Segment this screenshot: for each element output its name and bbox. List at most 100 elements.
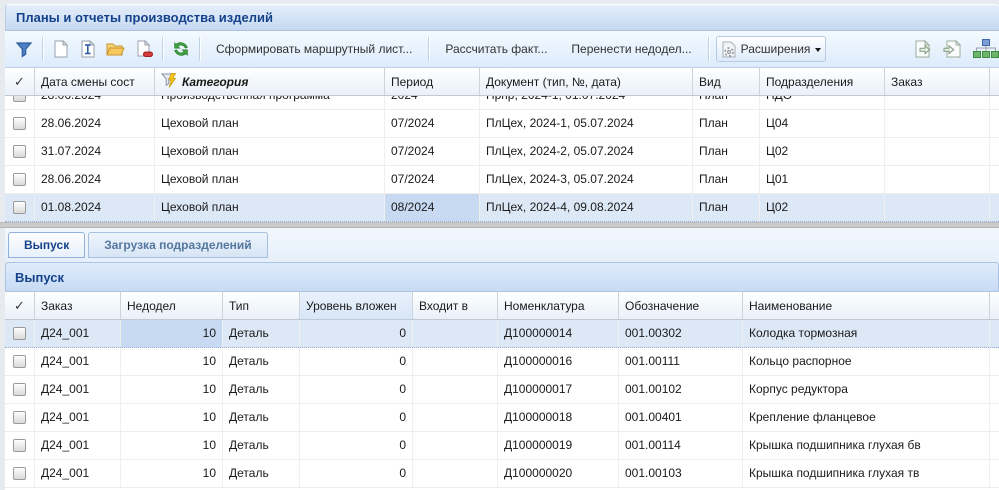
plans-col-document[interactable]: Документ (тип, №, дата) <box>480 68 693 95</box>
plans-row-selected[interactable]: 01.08.2024 Цеховой план 08/2024 ПлЦех, 2… <box>5 194 999 222</box>
cell-filler <box>990 138 999 165</box>
cell-designation: 001.00401 <box>619 404 743 431</box>
cell-filler <box>990 166 999 193</box>
row-checkbox[interactable] <box>13 411 26 424</box>
cell-name: Кольцо распорное <box>743 348 990 375</box>
plans-col-order[interactable]: Заказ <box>885 68 990 95</box>
cell-parent <box>413 460 498 487</box>
calculate-fact-button[interactable]: Рассчитать факт... <box>433 36 559 62</box>
tab-label: Загрузка подразделений <box>104 238 251 252</box>
row-checkbox[interactable] <box>13 96 26 102</box>
check-icon: ✓ <box>14 74 25 90</box>
output-select-all-header[interactable]: ✓ <box>5 292 35 319</box>
transfer-backlog-label: Перенести недодел... <box>564 42 698 56</box>
cell-nomenclature: Д100000020 <box>498 460 619 487</box>
cell-type: Деталь <box>223 432 300 459</box>
filter-button[interactable] <box>10 36 38 62</box>
cell-shortage: 10 <box>121 404 223 431</box>
output-row[interactable]: Д24_001 10 Деталь 0 Д100000017 001.00102… <box>5 376 999 404</box>
plans-col-division[interactable]: Подразделения <box>760 68 885 95</box>
extensions-button[interactable]: Расширения <box>716 36 827 62</box>
cell-filler <box>990 404 999 431</box>
output-row[interactable]: Д24_001 10 Деталь 0 Д100000019 001.00114… <box>5 432 999 460</box>
plans-col-kind[interactable]: Вид <box>693 68 760 95</box>
plans-grid-body: 28.06.2024 Производственная программа 20… <box>5 96 999 222</box>
output-panel-title: Выпуск <box>15 270 64 285</box>
plans-row[interactable]: 31.07.2024 Цеховой план 07/2024 ПлЦех, 2… <box>5 138 999 166</box>
row-checkbox[interactable] <box>13 117 26 130</box>
plans-col-period[interactable]: Период <box>385 68 480 95</box>
export-button[interactable] <box>909 36 938 62</box>
plans-row[interactable]: 28.06.2024 Цеховой план 07/2024 ПлЦех, 2… <box>5 110 999 138</box>
output-col-level[interactable]: Уровень вложен <box>300 292 413 319</box>
plans-row[interactable]: 28.06.2024 Цеховой план 07/2024 ПлЦех, 2… <box>5 166 999 194</box>
row-checkbox[interactable] <box>13 355 26 368</box>
row-checkbox[interactable] <box>13 467 26 480</box>
cell-level: 0 <box>300 376 413 403</box>
output-col-parent[interactable]: Входит в <box>413 292 498 319</box>
tab-zagruzka-podrazdeleniy[interactable]: Загрузка подразделений <box>88 232 267 258</box>
open-folder-button[interactable] <box>101 36 130 62</box>
plans-row[interactable]: 28.06.2024 Производственная программа 20… <box>5 96 999 110</box>
output-col-name[interactable]: Наименование <box>743 292 990 319</box>
cell-type: Деталь <box>223 460 300 487</box>
edit-document-icon <box>79 40 96 58</box>
column-label: Номенклатура <box>504 299 585 313</box>
cell-filler <box>990 432 999 459</box>
remove-document-button[interactable] <box>130 36 158 62</box>
output-row[interactable]: Д24_001 10 Деталь 0 Д100000016 001.00111… <box>5 348 999 376</box>
import-button[interactable] <box>938 36 967 62</box>
edit-document-button[interactable] <box>74 36 101 62</box>
plans-col-date[interactable]: Дата смены сост <box>35 68 155 95</box>
check-icon: ✓ <box>14 298 25 314</box>
output-row[interactable]: Д24_001 10 Деталь 0 Д100000018 001.00401… <box>5 404 999 432</box>
toolbar-separator <box>708 37 709 61</box>
row-checkbox[interactable] <box>13 145 26 158</box>
cell-division: ПДО <box>760 96 885 109</box>
output-col-order[interactable]: Заказ <box>35 292 121 319</box>
cell-parent <box>413 320 498 347</box>
row-checkbox[interactable] <box>13 383 26 396</box>
page-title: Планы и отчеты производства изделий <box>16 10 273 25</box>
refresh-button[interactable] <box>167 36 195 62</box>
hierarchy-icon <box>972 38 999 60</box>
cell-parent <box>413 376 498 403</box>
new-document-icon <box>52 40 69 58</box>
column-label: Документ (тип, №, дата) <box>486 75 621 89</box>
cell-filler <box>990 376 999 403</box>
open-folder-icon <box>106 41 125 57</box>
cell-order: Д24_001 <box>35 432 121 459</box>
cell-order <box>885 110 990 137</box>
new-document-button[interactable] <box>47 36 74 62</box>
plans-select-all-header[interactable]: ✓ <box>5 68 35 95</box>
plans-col-category[interactable]: Категория <box>155 68 385 95</box>
format-route-list-label: Сформировать маршрутный лист... <box>209 42 419 56</box>
column-label: Наименование <box>749 299 832 313</box>
cell-type: Деталь <box>223 404 300 431</box>
row-checkbox[interactable] <box>13 173 26 186</box>
cell-order <box>885 138 990 165</box>
cell-period: 2024 <box>385 96 480 109</box>
output-col-type[interactable]: Тип <box>223 292 300 319</box>
column-label: Входит в <box>419 299 468 313</box>
cell-name: Колодка тормозная <box>743 320 990 347</box>
transfer-backlog-button[interactable]: Перенести недодел... <box>559 36 703 62</box>
row-checkbox[interactable] <box>13 201 26 214</box>
output-col-nomenclature[interactable]: Номенклатура <box>498 292 619 319</box>
cell-level: 0 <box>300 320 413 347</box>
output-row[interactable]: Д24_001 10 Деталь 0 Д100000020 001.00103… <box>5 460 999 488</box>
cell-division: Ц04 <box>760 110 885 137</box>
tab-vypusk[interactable]: Выпуск <box>8 232 85 258</box>
filter-lightning-icon <box>161 73 178 91</box>
output-col-shortage[interactable]: Недодел <box>121 292 223 319</box>
output-col-designation[interactable]: Обозначение <box>619 292 743 319</box>
row-checkbox[interactable] <box>13 327 26 340</box>
cell-name: Крышка подшипника глухая бв <box>743 432 990 459</box>
hierarchy-button[interactable] <box>967 36 999 62</box>
row-checkbox[interactable] <box>13 439 26 452</box>
extensions-label: Расширения <box>737 42 815 56</box>
output-row-selected[interactable]: Д24_001 10 Деталь 0 Д100000014 001.00302… <box>5 320 999 348</box>
cell-type: Деталь <box>223 348 300 375</box>
plans-grid-header: ✓ Дата смены сост Категория Период Докум… <box>5 68 999 96</box>
format-route-list-button[interactable]: Сформировать маршрутный лист... <box>204 36 424 62</box>
